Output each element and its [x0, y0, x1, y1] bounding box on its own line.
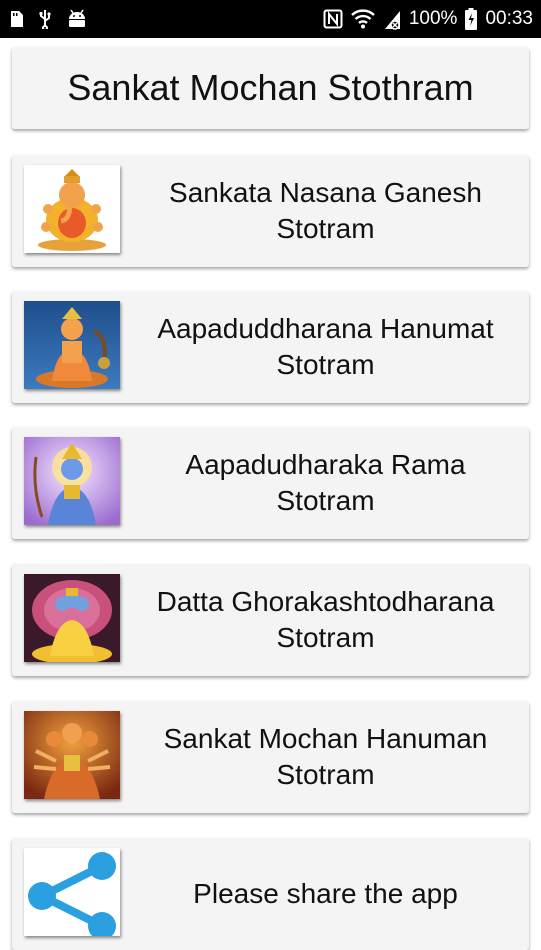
item-label: Aapaduddharana Hanumat Stotram	[157, 313, 494, 380]
list-item-rama-stotram[interactable]: Aapadudharaka Rama Stotram	[12, 427, 529, 539]
list-item-ganesh-stotram[interactable]: Sankata Nasana Ganesh Stotram	[12, 155, 529, 267]
list-item-hanumat-stotram[interactable]: Aapaduddharana Hanumat Stotram	[12, 291, 529, 403]
clock: 00:33	[485, 8, 533, 29]
nfc-icon	[323, 9, 343, 29]
list-item-datta-stotram[interactable]: Datta Ghorakashtodharana Stotram	[12, 564, 529, 676]
item-label: Aapadudharaka Rama Stotram	[185, 449, 466, 516]
item-label: Sankata Nasana Ganesh Stotram	[169, 177, 482, 244]
status-bar: 100% 00:33	[0, 0, 541, 38]
ganesh-image	[24, 165, 120, 253]
share-icon	[24, 848, 120, 936]
item-label: Please share the app	[193, 878, 458, 909]
page-title: Sankat Mochan Stothram	[67, 67, 474, 108]
app-title-card: Sankat Mochan Stothram	[12, 47, 529, 129]
battery-percent: 100%	[408, 8, 458, 29]
list-item-sankat-mochan-hanuman[interactable]: Sankat Mochan Hanuman Stotram	[12, 701, 529, 813]
datta-image	[24, 574, 120, 662]
item-label: Sankat Mochan Hanuman Stotram	[163, 723, 488, 790]
panchmukhi-hanuman-image	[24, 711, 120, 799]
item-label: Datta Ghorakashtodharana Stotram	[156, 586, 495, 653]
hanuman-image	[24, 301, 120, 389]
battery-charging-icon	[465, 8, 478, 30]
android-icon	[66, 9, 88, 29]
list-item-share-app[interactable]: Please share the app	[12, 838, 529, 950]
sd-card-icon	[8, 10, 24, 28]
mobile-data-off-icon	[383, 8, 401, 30]
wifi-icon	[351, 9, 375, 29]
usb-icon	[38, 9, 52, 29]
rama-image	[24, 437, 120, 525]
